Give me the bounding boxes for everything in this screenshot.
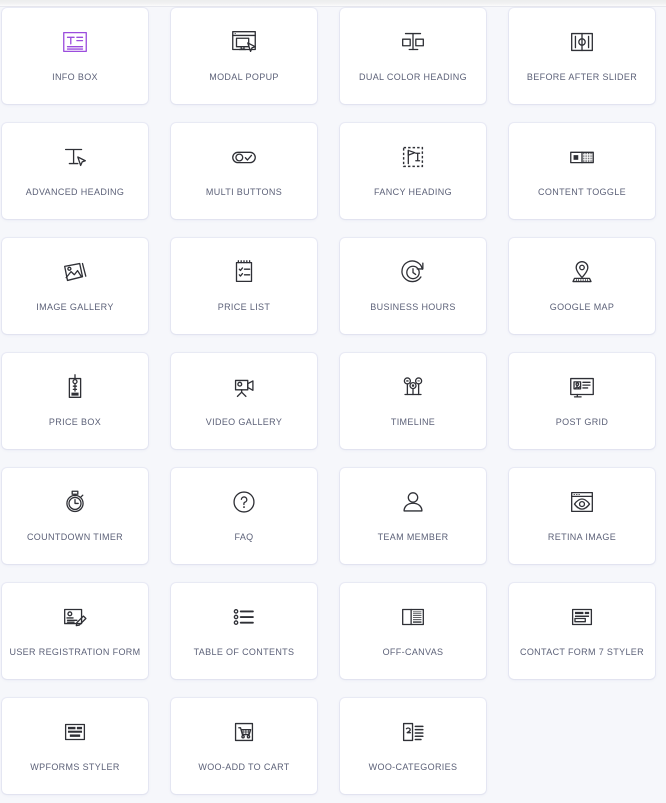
panel-top-edge — [0, 0, 666, 7]
retina-image-icon — [565, 485, 599, 519]
widget-card-label: MULTI BUTTONS — [205, 187, 283, 197]
fancy-heading-icon — [396, 140, 430, 174]
widget-card-team-member[interactable]: TEAM MEMBER — [340, 468, 486, 564]
widget-card-label: VIDEO GALLERY — [205, 417, 283, 427]
contact-form-7-styler-icon — [565, 600, 599, 634]
widgets-scroll-region[interactable]: INFO BOX MODAL POPUP DUAL COLOR HEADING BEF… — [0, 8, 666, 803]
countdown-timer-icon — [58, 485, 92, 519]
google-map-icon — [565, 255, 599, 289]
widget-card-label: FAQ — [234, 532, 254, 542]
faq-icon — [227, 485, 261, 519]
widget-card-business-hours[interactable]: BUSINESS HOURS — [340, 238, 486, 334]
price-list-icon — [227, 255, 261, 289]
widget-card-before-after-slider[interactable]: BEFORE AFTER SLIDER — [509, 8, 655, 104]
post-grid-icon — [565, 370, 599, 404]
widget-card-label: IMAGE GALLERY — [36, 302, 114, 312]
dual-color-heading-icon — [396, 25, 430, 59]
widget-card-label: MODAL POPUP — [209, 72, 279, 82]
widget-card-label: FANCY HEADING — [374, 187, 452, 197]
widget-card-label: CONTACT FORM 7 STYLER — [519, 647, 645, 657]
widget-card-label: COUNTDOWN TIMER — [26, 532, 124, 542]
widget-card-label: TABLE OF CONTENTS — [193, 647, 295, 657]
business-hours-icon — [396, 255, 430, 289]
multi-buttons-icon — [227, 140, 261, 174]
widget-card-label: USER REGISTRATION FORM — [9, 647, 141, 657]
widget-card-label: RETINA IMAGE — [547, 532, 617, 542]
widget-card-contact-form-7-styler[interactable]: CONTACT FORM 7 STYLER — [509, 583, 655, 679]
woo-categories-icon — [396, 715, 430, 749]
widget-card-image-gallery[interactable]: IMAGE GALLERY — [2, 238, 148, 334]
widget-card-advanced-heading[interactable]: ADVANCED HEADING — [2, 123, 148, 219]
widget-card-modal-popup[interactable]: MODAL POPUP — [171, 8, 317, 104]
widget-card-dual-color-heading[interactable]: DUAL COLOR HEADING — [340, 8, 486, 104]
image-gallery-icon — [58, 255, 92, 289]
timeline-icon — [396, 370, 430, 404]
price-box-icon — [58, 370, 92, 404]
widget-card-video-gallery[interactable]: VIDEO GALLERY — [171, 353, 317, 449]
woo-add-to-cart-icon — [227, 715, 261, 749]
widget-card-table-of-contents[interactable]: TABLE OF CONTENTS — [171, 583, 317, 679]
widget-card-multi-buttons[interactable]: MULTI BUTTONS — [171, 123, 317, 219]
widget-card-label: OFF-CANVAS — [382, 647, 444, 657]
widgets-panel: INFO BOX MODAL POPUP DUAL COLOR HEADING BEF… — [0, 0, 666, 803]
widget-card-label: BUSINESS HOURS — [370, 302, 456, 312]
widget-card-price-list[interactable]: PRICE LIST — [171, 238, 317, 334]
widget-card-label: CONTENT TOGGLE — [538, 187, 626, 197]
widget-card-label: WOO-ADD TO CART — [198, 762, 290, 772]
wpforms-styler-icon — [58, 715, 92, 749]
widget-card-label: PRICE BOX — [48, 417, 102, 427]
widget-card-post-grid[interactable]: POST GRID — [509, 353, 655, 449]
widget-card-label: DUAL COLOR HEADING — [359, 72, 467, 82]
widget-card-label: TEAM MEMBER — [377, 532, 449, 542]
widget-card-label: WPFORMS STYLER — [30, 762, 120, 772]
widget-card-wpforms-styler[interactable]: WPFORMS STYLER — [2, 698, 148, 794]
table-of-contents-icon — [227, 600, 261, 634]
modal-popup-icon — [227, 25, 261, 59]
widget-card-label: PRICE LIST — [217, 302, 271, 312]
widget-card-content-toggle[interactable]: CONTENT TOGGLE — [509, 123, 655, 219]
widget-card-label: GOOGLE MAP — [549, 302, 615, 312]
widget-card-label: TIMELINE — [390, 417, 436, 427]
widget-card-off-canvas[interactable]: OFF-CANVAS — [340, 583, 486, 679]
video-gallery-icon — [227, 370, 261, 404]
widget-card-label: BEFORE AFTER SLIDER — [526, 72, 638, 82]
widget-card-label: ADVANCED HEADING — [25, 187, 125, 197]
content-toggle-icon — [565, 140, 599, 174]
widget-card-user-registration-form[interactable]: USER REGISTRATION FORM — [2, 583, 148, 679]
widget-card-price-box[interactable]: PRICE BOX — [2, 353, 148, 449]
widget-card-countdown-timer[interactable]: COUNTDOWN TIMER — [2, 468, 148, 564]
widget-card-timeline[interactable]: TIMELINE — [340, 353, 486, 449]
advanced-heading-icon — [58, 140, 92, 174]
widget-card-retina-image[interactable]: RETINA IMAGE — [509, 468, 655, 564]
widget-card-woo-categories[interactable]: WOO-CATEGORIES — [340, 698, 486, 794]
widget-card-google-map[interactable]: GOOGLE MAP — [509, 238, 655, 334]
widget-card-fancy-heading[interactable]: FANCY HEADING — [340, 123, 486, 219]
before-after-slider-icon — [565, 25, 599, 59]
widget-card-label: POST GRID — [555, 417, 609, 427]
info-box-icon — [58, 25, 92, 59]
widget-card-faq[interactable]: FAQ — [171, 468, 317, 564]
widget-card-label: WOO-CATEGORIES — [368, 762, 458, 772]
widget-card-label: INFO BOX — [52, 72, 98, 82]
widgets-grid: INFO BOX MODAL POPUP DUAL COLOR HEADING BEF… — [2, 8, 658, 794]
team-member-icon — [396, 485, 430, 519]
off-canvas-icon — [396, 600, 430, 634]
user-registration-form-icon — [58, 600, 92, 634]
widget-card-woo-add-to-cart[interactable]: WOO-ADD TO CART — [171, 698, 317, 794]
widget-card-info-box[interactable]: INFO BOX — [2, 8, 148, 104]
